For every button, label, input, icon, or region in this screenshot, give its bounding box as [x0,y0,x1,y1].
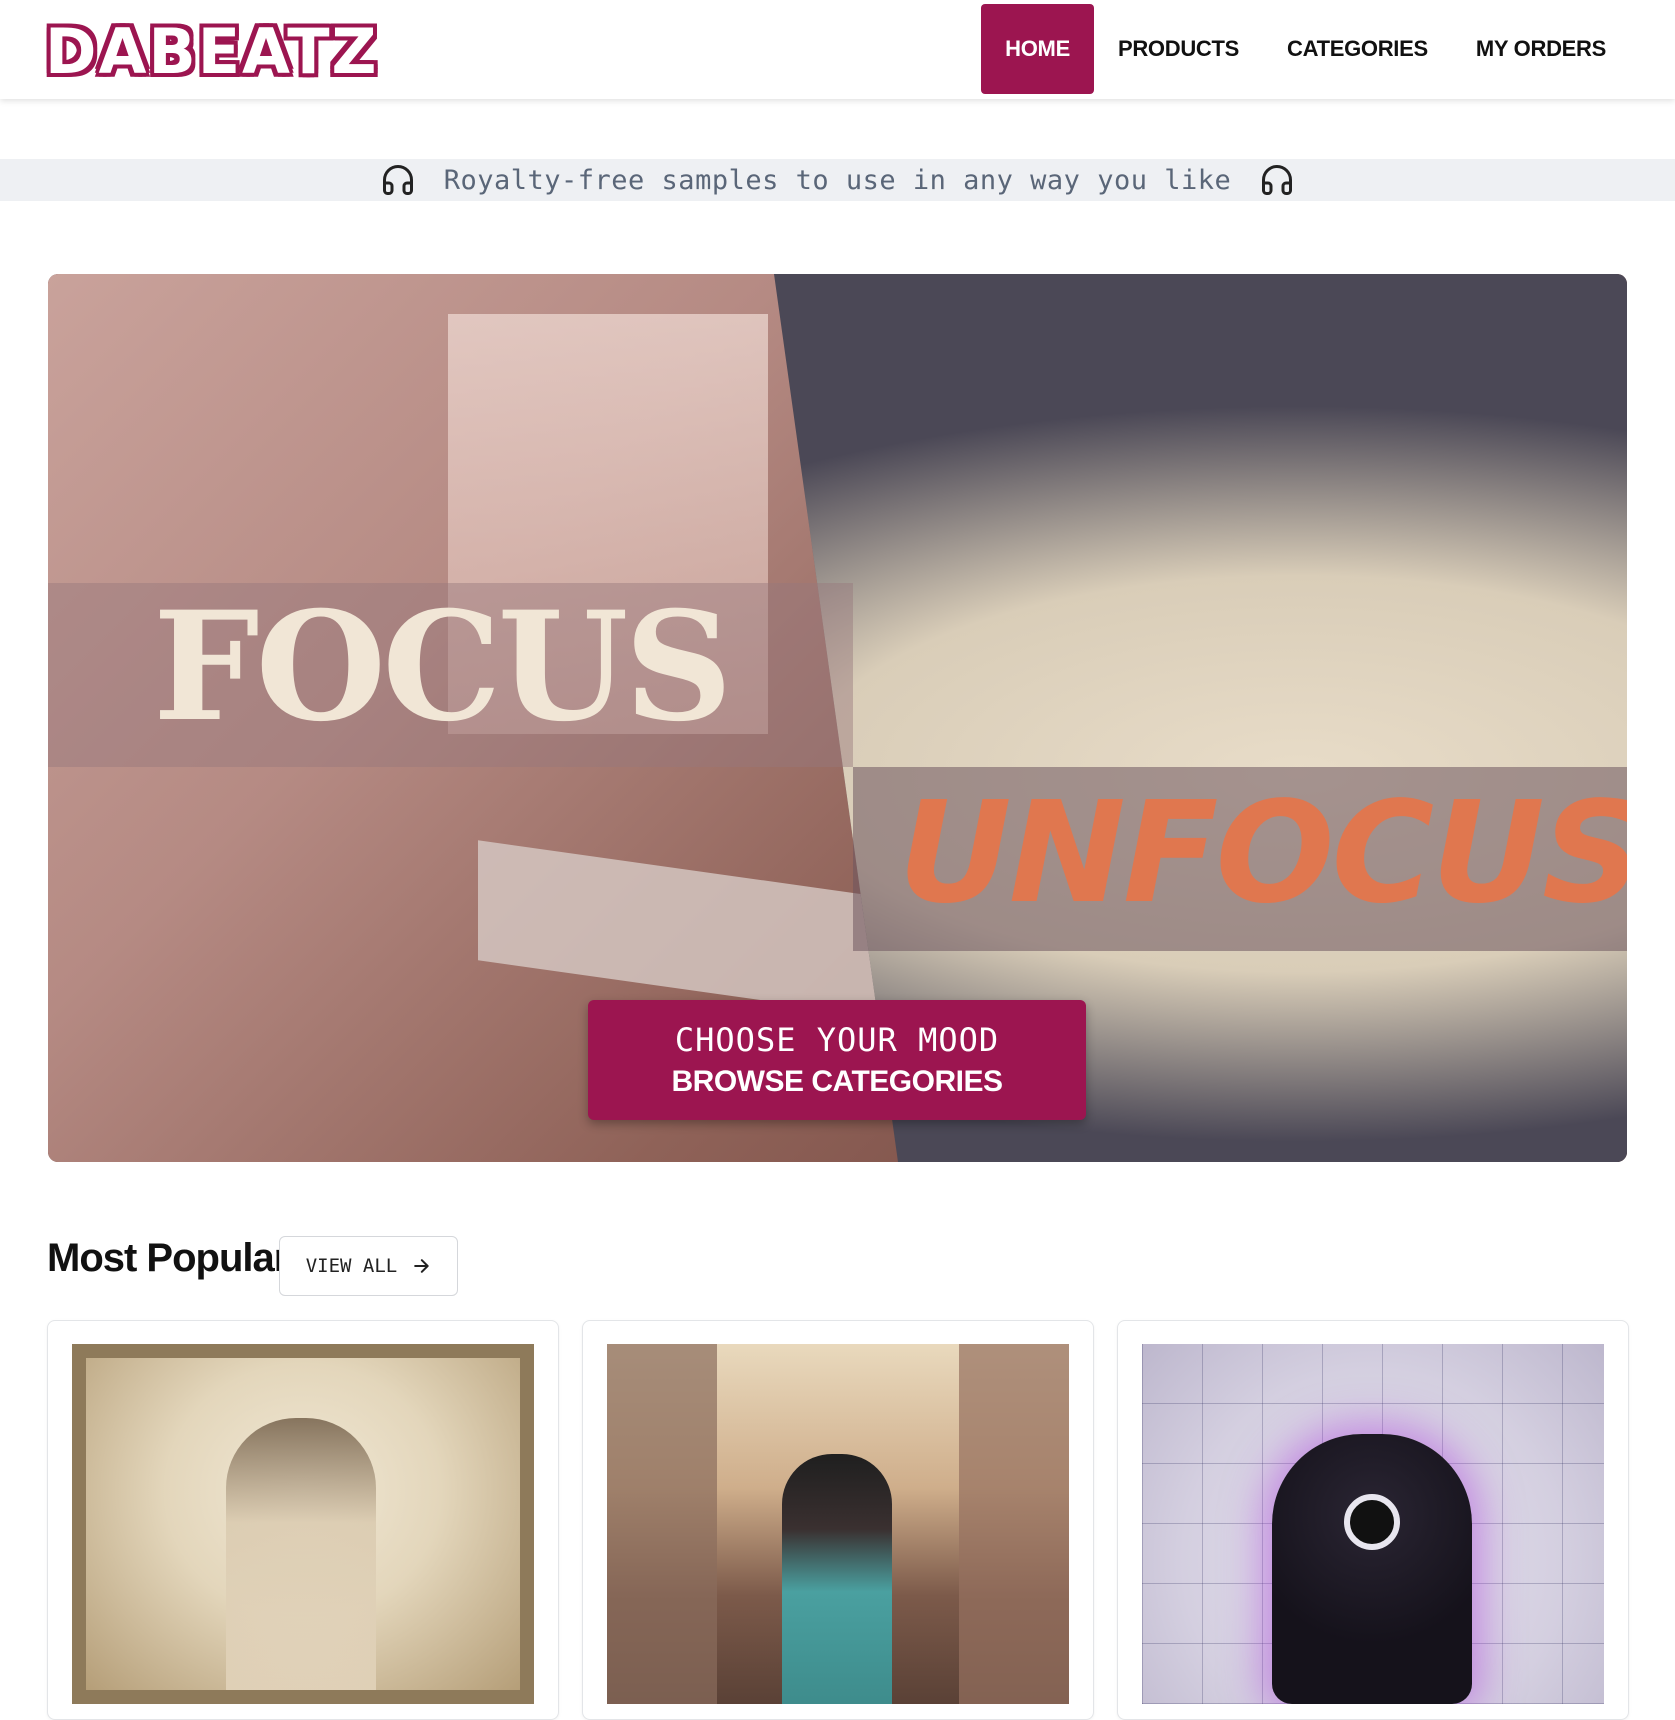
nav-home[interactable]: HOME [981,4,1094,94]
hero-word-unfocus: UNFOCUS [898,772,1627,935]
product-card[interactable] [1117,1320,1629,1720]
product-card[interactable] [47,1320,559,1720]
main-nav: HOME PRODUCTS CATEGORIES MY ORDERS [981,4,1630,94]
headphones-icon [382,165,413,195]
product-image-vintage[interactable] [72,1344,534,1704]
nav-my-orders[interactable]: MY ORDERS [1452,4,1630,94]
product-image-techno[interactable] [1142,1344,1604,1704]
info-strip: Royalty-free samples to use in any way y… [0,159,1675,201]
hero-banner: FOCUS UNFOCUS CHOOSE YOUR MOOD BROWSE CA… [48,274,1627,1162]
site-header: DABEATZ HOME PRODUCTS CATEGORIES MY ORDE… [0,0,1675,99]
product-image-street[interactable] [607,1344,1069,1704]
product-card[interactable] [582,1320,1094,1720]
popular-products-list [47,1320,1629,1720]
browse-categories-button[interactable]: CHOOSE YOUR MOOD BROWSE CATEGORIES [588,1000,1086,1120]
headphones-icon [1262,165,1293,195]
view-all-label: VIEW ALL [305,1255,398,1277]
most-popular-heading: Most Popular [47,1236,289,1280]
view-all-button[interactable]: VIEW ALL [279,1236,458,1296]
arrow-right-icon [414,1259,429,1273]
hero-word-focus: FOCUS [153,579,733,755]
cta-subtitle: CHOOSE YOUR MOOD [674,1021,1000,1059]
nav-categories[interactable]: CATEGORIES [1263,4,1452,94]
nav-products[interactable]: PRODUCTS [1094,4,1263,94]
logo-text[interactable]: DABEATZ [45,15,378,88]
cta-label: BROWSE CATEGORIES [671,1065,1003,1098]
site-logo[interactable]: DABEATZ [45,15,378,88]
strip-text: Royalty-free samples to use in any way y… [443,164,1232,196]
